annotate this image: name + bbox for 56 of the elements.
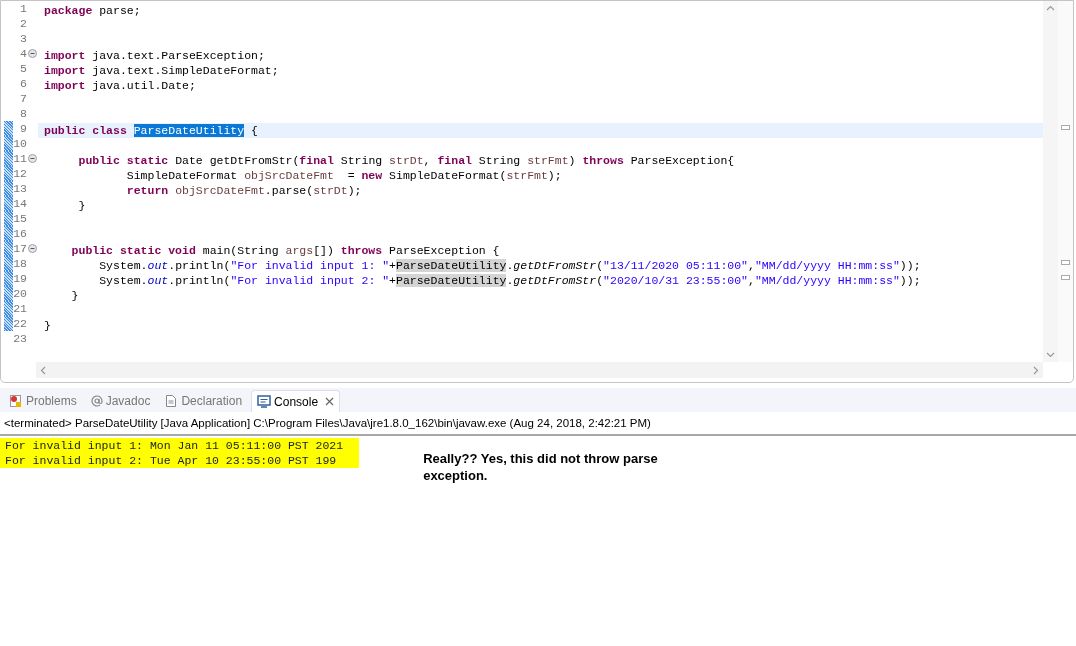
line-number: 18: [13, 256, 27, 271]
line-number: 22: [13, 316, 27, 331]
panel-tab[interactable]: Problems: [4, 390, 82, 412]
code-line: import java.util.Date;: [43, 78, 197, 93]
line-number: 4: [19, 46, 27, 61]
line-number: 21: [13, 301, 27, 316]
line-number: 11: [13, 151, 27, 166]
line-number: 17: [13, 241, 27, 256]
code-line: return objSrcDateFmt.parse(strDt);: [125, 183, 363, 198]
line-number: 15: [13, 211, 27, 226]
code-line: public static void main(String args[]) throws ParseException {: [70, 243, 501, 258]
line-number: 1: [19, 1, 27, 16]
code-line: SimpleDateFormat objSrcDateFmt = new SimpleDateFormat(strFmt);: [125, 168, 563, 183]
scroll-up-icon[interactable]: [1046, 5, 1055, 11]
scroll-left-icon[interactable]: [40, 365, 46, 375]
fold-icon[interactable]: [28, 244, 37, 253]
line-number: 5: [19, 61, 27, 76]
line-number: 23: [13, 331, 27, 346]
panel-tab[interactable]: Declaration: [159, 390, 248, 412]
line-number: 10: [13, 136, 27, 151]
panel-tab[interactable]: Console: [251, 390, 341, 412]
vertical-scrollbar[interactable]: [1043, 1, 1058, 362]
code-line: }: [77, 198, 87, 213]
line-number: 3: [19, 31, 27, 46]
warning-list-icon: [9, 394, 23, 408]
code-line: }: [70, 288, 80, 303]
horizontal-scrollbar[interactable]: [36, 362, 1043, 378]
code-line: package parse;: [43, 3, 142, 18]
code-line: public static Date getDtFromStr(final String strDt, final String strFmt) throws ParseException{: [77, 153, 736, 168]
line-number: 7: [19, 91, 27, 106]
code-line: }: [43, 318, 52, 333]
panel-tab[interactable]: Javadoc: [85, 390, 156, 412]
code-line: import java.text.ParseException;: [43, 48, 266, 63]
fold-icon[interactable]: [28, 154, 37, 163]
code-line: import java.text.SimpleDateFormat;: [43, 63, 280, 78]
line-number: 8: [19, 106, 27, 121]
line-number: 2: [19, 16, 27, 31]
line-number: 6: [19, 76, 27, 91]
line-number: 20: [13, 286, 27, 301]
line-number: 19: [13, 271, 27, 286]
document-icon: [164, 394, 179, 408]
scroll-down-icon[interactable]: [1046, 352, 1055, 358]
line-number: 14: [13, 196, 27, 211]
at-sign-icon: [90, 395, 103, 407]
line-number: 16: [13, 226, 27, 241]
close-icon[interactable]: [325, 397, 335, 406]
line-number: 13: [13, 181, 27, 196]
fold-icon[interactable]: [28, 49, 37, 58]
code-line: System.out.println("For invalid input 1: "+ParseDateUtility.getDtFromStr("13/11/2020 05:11:00","MM/dd/yyyy HH:mm:ss"));: [98, 258, 922, 273]
line-number: 12: [13, 166, 27, 181]
line-number: 9: [19, 121, 27, 136]
annotation-note: Really?? Yes, this did not throw parse exception.: [423, 450, 659, 485]
monitor-icon: [257, 395, 272, 408]
code-line: System.out.println("For invalid input 2: "+ParseDateUtility.getDtFromStr("2020/10/31 23:55:00","MM/dd/yyyy HH:mm:ss"));: [98, 273, 922, 288]
console-header: <terminated> ParseDateUtility [Java Application] C:\Program Files\Java\jre1.8.0_162\bin\javaw.exe (Aug 24, 2018, 2:42:21 PM): [0, 412, 1076, 437]
scroll-right-icon[interactable]: [1033, 365, 1039, 375]
